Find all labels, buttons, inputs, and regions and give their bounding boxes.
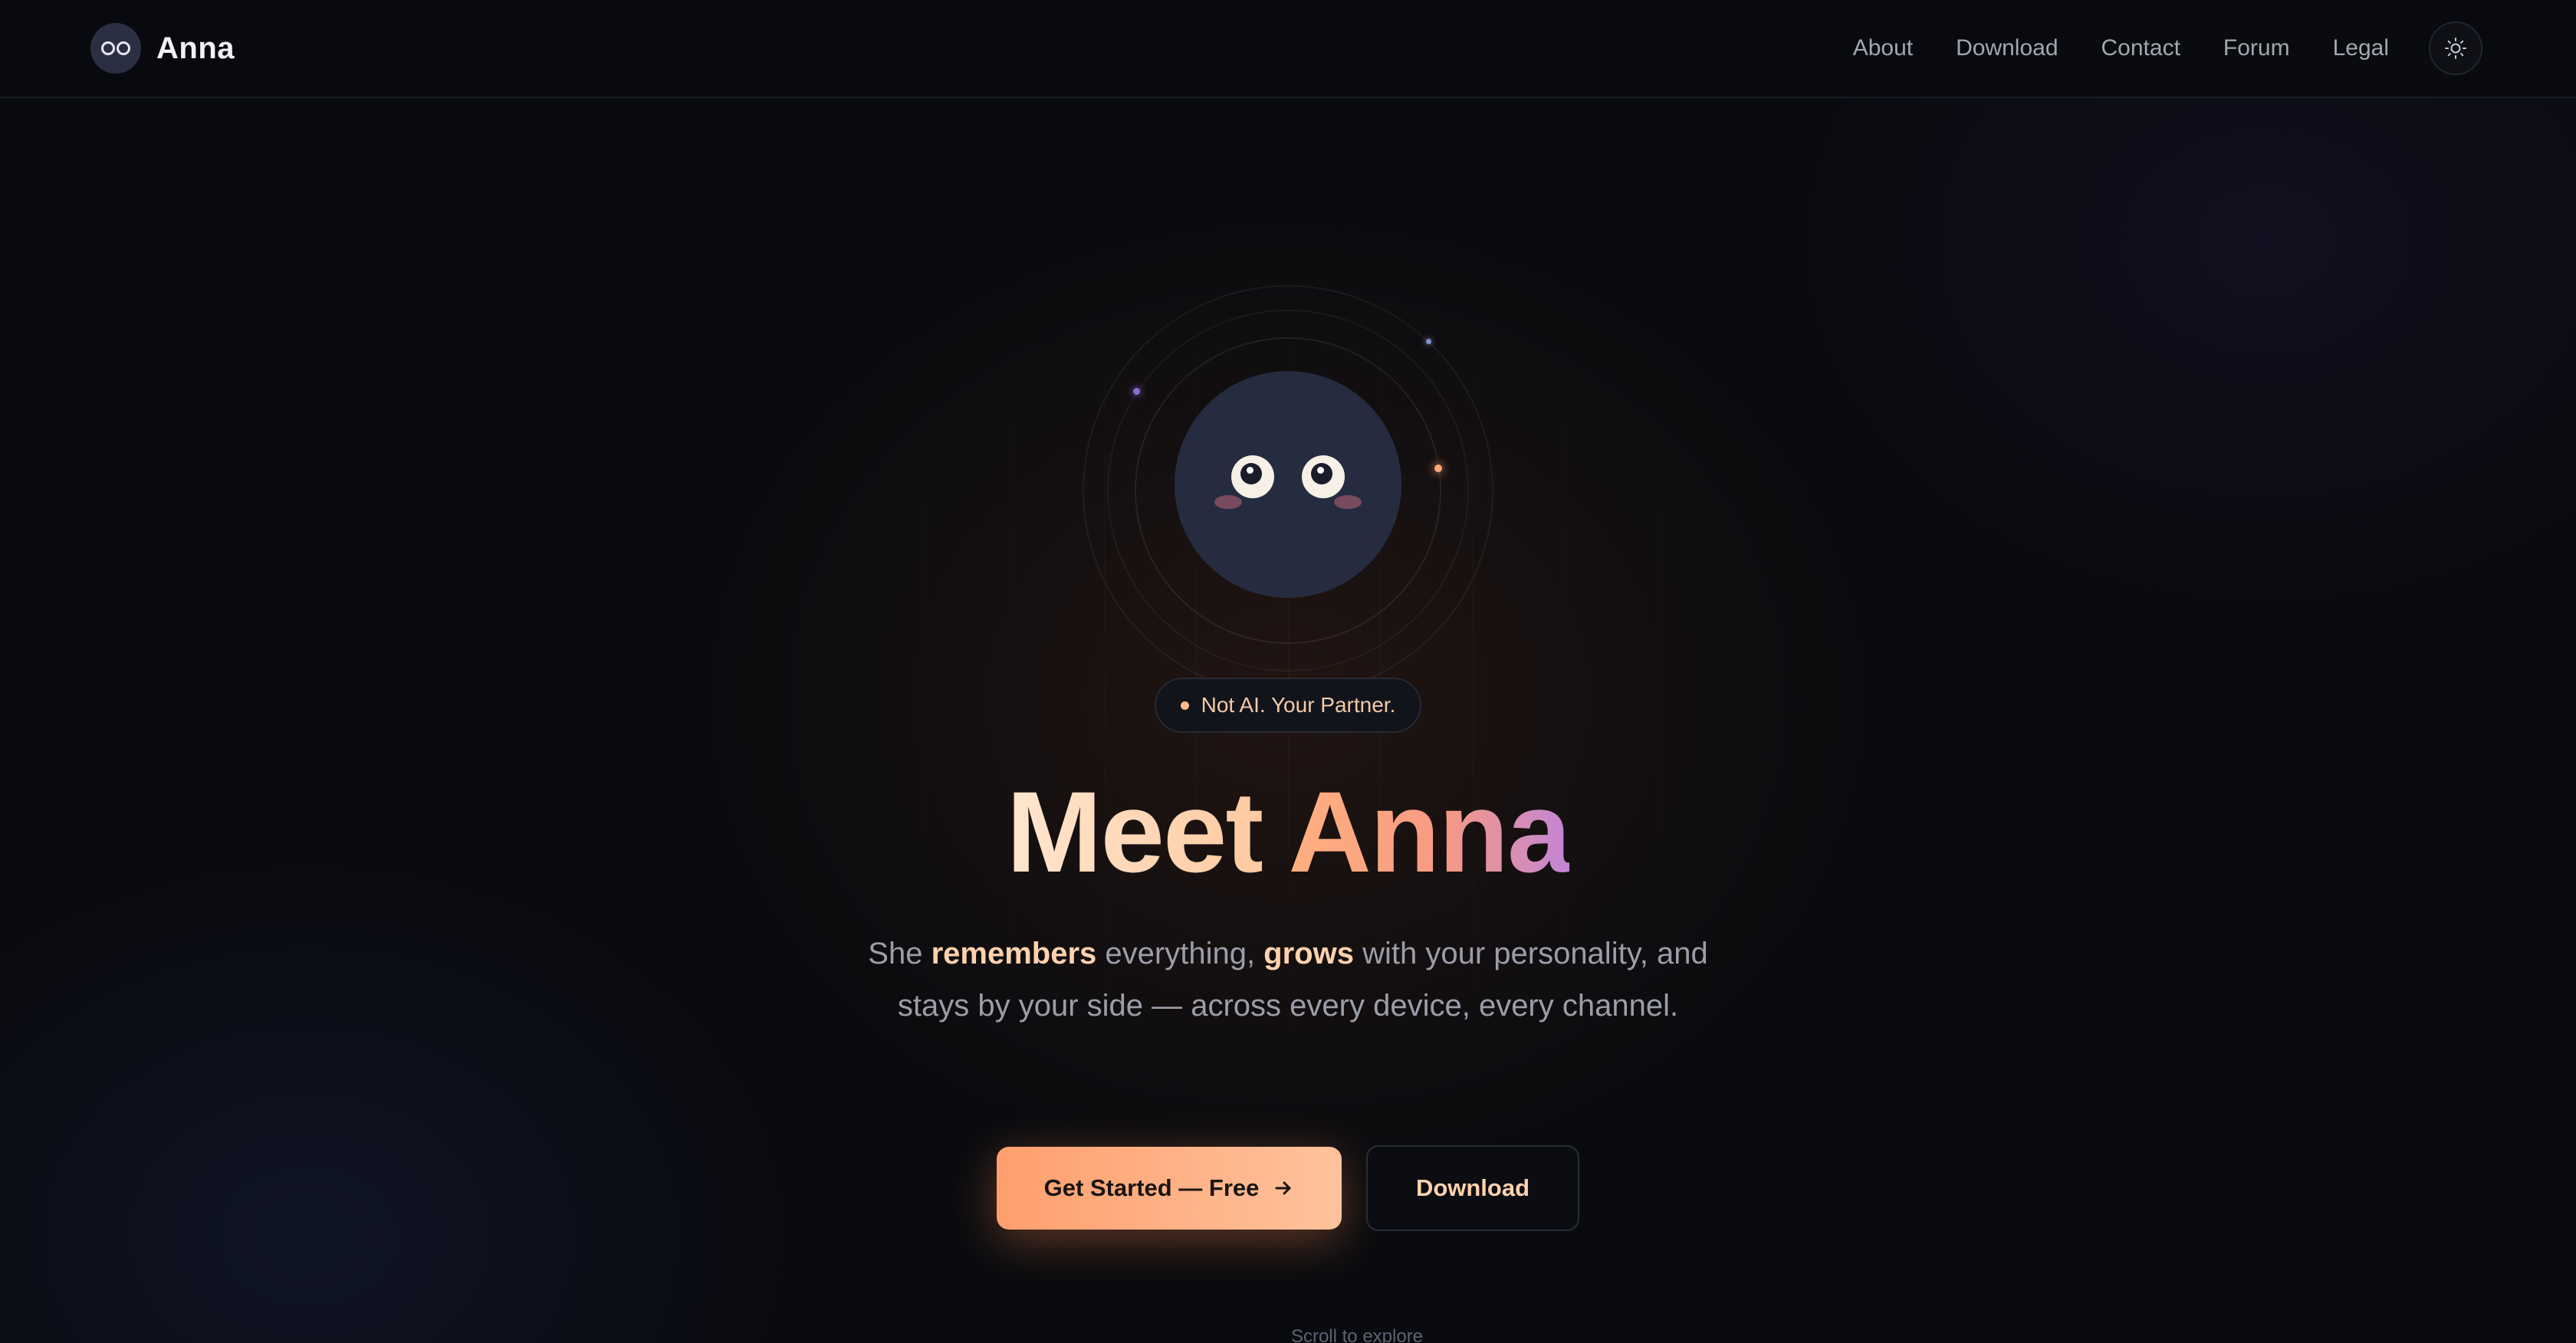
logo-eye-left [101, 41, 115, 55]
nav-link-legal[interactable]: Legal [2333, 35, 2389, 61]
badge-text: Not AI. Your Partner. [1201, 693, 1396, 717]
nav-link-download[interactable]: Download [1956, 35, 2058, 61]
hero-title-part2: Anna [1288, 767, 1571, 896]
download-button[interactable]: Download [1366, 1145, 1579, 1231]
highlight-grows: grows [1263, 937, 1354, 970]
tagline-badge: Not AI. Your Partner. [1155, 678, 1421, 733]
nav-link-forum[interactable]: Forum [2223, 35, 2290, 61]
nav-link-about[interactable]: About [1853, 35, 1913, 61]
highlight-remembers: remembers [931, 937, 1097, 970]
brand-name: Anna [156, 31, 235, 65]
logo-eye-right [117, 41, 130, 55]
anna-mascot [1175, 371, 1401, 598]
hero-title-part1: Meet [1006, 767, 1264, 896]
arrow-right-icon [1273, 1177, 1294, 1199]
download-button-label: Download [1415, 1174, 1530, 1201]
get-started-button[interactable]: Get Started — Free [997, 1147, 1342, 1230]
hero-subtitle: She remembers everything, grows with you… [868, 937, 1708, 1023]
get-started-label: Get Started — Free [1043, 1174, 1260, 1201]
mascot-face-icon [90, 23, 141, 74]
mascot-eye-right [1302, 455, 1345, 498]
nav-link-contact[interactable]: Contact [2101, 35, 2180, 61]
landing-page: Anna About Download Contact Forum Legal [0, 0, 2576, 1343]
orbit-dot-blue [1426, 339, 1431, 344]
main-nav: About Download Contact Forum Legal [1810, 23, 2389, 74]
mascot-blush-right [1334, 495, 1362, 509]
brand-link[interactable]: Anna [90, 23, 235, 74]
scroll-hint: Scroll to explore [1290, 1326, 1424, 1343]
mascot-blush-left [1214, 495, 1242, 509]
theme-toggle-button[interactable] [2429, 21, 2482, 75]
sun-icon [2445, 38, 2466, 59]
hero-title: Meet Anna [0, 767, 2576, 897]
orbit-dot-orange [1434, 465, 1442, 472]
badge-dot-icon [1180, 701, 1189, 710]
mascot-eye-left [1231, 455, 1274, 498]
site-header: Anna About Download Contact Forum Legal [0, 0, 2576, 98]
orbit-dot-purple [1133, 388, 1140, 395]
